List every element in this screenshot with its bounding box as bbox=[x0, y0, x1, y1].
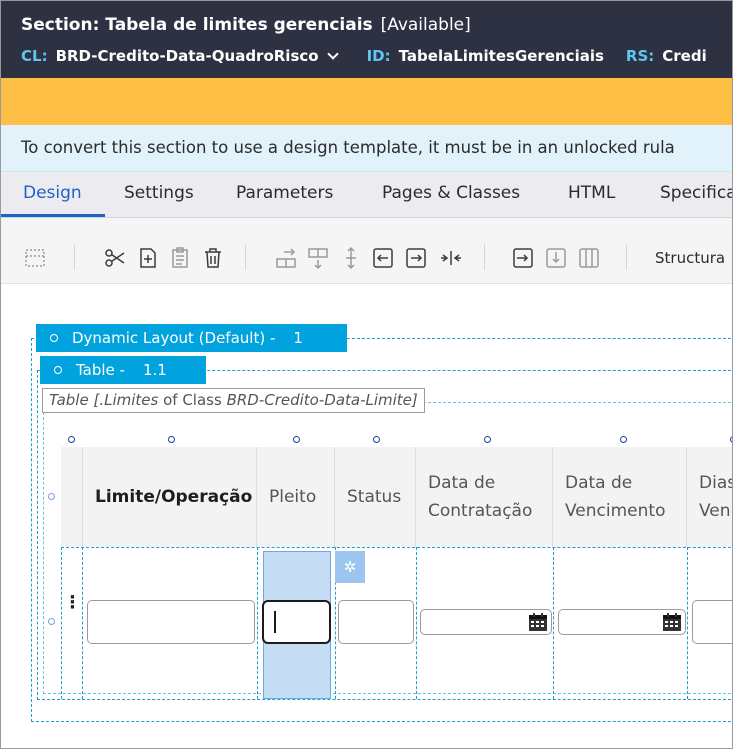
table-tag-num: 1.1 bbox=[142, 361, 167, 379]
toolbar: Structura bbox=[1, 218, 732, 284]
column-divider bbox=[61, 547, 62, 699]
insert-row-icon[interactable] bbox=[271, 244, 301, 272]
id-key: ID: bbox=[366, 47, 391, 65]
column-selector-dot[interactable] bbox=[293, 436, 300, 443]
table-inner-region bbox=[43, 402, 732, 694]
tab-html[interactable]: HTML bbox=[568, 183, 615, 203]
warning-bar bbox=[1, 78, 732, 125]
table-info-mid: of Class bbox=[158, 391, 227, 409]
section-title-text: Section: Tabela de limites gerenciais bbox=[21, 15, 373, 35]
row-divider bbox=[61, 547, 732, 548]
table-tag-label: Table - bbox=[76, 361, 125, 379]
insert-row-below-icon[interactable] bbox=[303, 244, 333, 272]
limite-operacao-input[interactable] bbox=[87, 600, 255, 644]
text-caret bbox=[274, 611, 276, 633]
toolbar-separator bbox=[484, 244, 485, 270]
status-input[interactable] bbox=[338, 600, 414, 644]
column-divider bbox=[416, 547, 417, 699]
toolbar-separator bbox=[74, 244, 75, 270]
column-header-status[interactable]: Status bbox=[335, 447, 416, 547]
calendar-icon[interactable] bbox=[528, 612, 548, 632]
calendar-icon[interactable] bbox=[662, 612, 682, 632]
info-bar: To convert this section to use a design … bbox=[1, 125, 732, 172]
table-info-prop: .Limites bbox=[99, 391, 159, 409]
table-handle-icon[interactable] bbox=[54, 366, 62, 374]
dias-vencimento-input[interactable] bbox=[692, 600, 732, 644]
layout-icon[interactable] bbox=[21, 244, 49, 272]
move-down-icon[interactable] bbox=[542, 244, 570, 272]
availability-status[interactable]: [Available] bbox=[381, 15, 471, 35]
chevron-down-icon[interactable] bbox=[326, 48, 339, 60]
tab-design[interactable]: Design bbox=[23, 183, 82, 203]
row-selector-dot[interactable] bbox=[48, 618, 55, 625]
column-selector-dot[interactable] bbox=[484, 436, 491, 443]
toolbar-separator bbox=[245, 244, 246, 270]
table-source-info: Table [.Limites of Class BRD-Credito-Dat… bbox=[42, 388, 425, 413]
dynamic-layout-num: 1 bbox=[293, 329, 303, 347]
add-icon[interactable] bbox=[134, 244, 162, 272]
cl-key: CL: bbox=[21, 47, 48, 65]
cl-value[interactable]: BRD-Credito-Data-QuadroRisco bbox=[56, 47, 319, 65]
tab-pages-classes[interactable]: Pages & Classes bbox=[382, 183, 520, 203]
structural-menu[interactable]: Structura bbox=[655, 249, 725, 267]
rs-key: RS: bbox=[625, 47, 655, 65]
table-info-suffix: ] bbox=[411, 391, 418, 409]
move-icon[interactable] bbox=[339, 244, 363, 272]
design-canvas: Dynamic Layout (Default) - 1 Table - 1.1… bbox=[1, 284, 732, 748]
dynamic-layout-tag[interactable]: Dynamic Layout (Default) - 1 bbox=[36, 324, 347, 352]
pleito-input[interactable] bbox=[262, 600, 331, 644]
insert-column-right-icon[interactable] bbox=[402, 244, 430, 272]
rs-value[interactable]: Credi bbox=[662, 47, 706, 65]
column-header-data-vencimento[interactable]: Data de Vencimento bbox=[553, 447, 687, 547]
column-selector-dot[interactable] bbox=[620, 436, 627, 443]
move-right-icon[interactable] bbox=[509, 244, 537, 272]
insert-column-left-icon[interactable] bbox=[369, 244, 397, 272]
id-value: TabelaLimitesGerenciais bbox=[398, 47, 604, 65]
row-selector-dot[interactable] bbox=[48, 493, 55, 500]
column-divider bbox=[687, 547, 688, 699]
data-vencimento-input[interactable] bbox=[558, 609, 686, 635]
gear-icon[interactable]: ✲ bbox=[335, 551, 365, 583]
tab-settings[interactable]: Settings bbox=[124, 183, 194, 203]
columns-icon[interactable] bbox=[575, 244, 603, 272]
section-title: Section: Tabela de limites gerenciais [A… bbox=[21, 15, 471, 35]
tab-parameters[interactable]: Parameters bbox=[236, 183, 333, 203]
table-info-prefix: Table [ bbox=[49, 391, 100, 409]
column-selector-dot[interactable] bbox=[168, 436, 175, 443]
column-divider bbox=[82, 547, 83, 699]
toolbar-separator bbox=[626, 244, 627, 270]
column-header-dias-vencimento[interactable]: Dias Ven bbox=[687, 447, 732, 547]
dynamic-layout-handle-icon[interactable] bbox=[50, 334, 58, 342]
delete-icon[interactable] bbox=[199, 244, 227, 272]
row-menu-icon[interactable]: · · · bbox=[69, 589, 76, 617]
table-tag[interactable]: Table - 1.1 bbox=[40, 356, 206, 384]
section-editor: Section: Tabela de limites gerenciais [A… bbox=[0, 0, 733, 749]
column-selector-dot[interactable] bbox=[68, 436, 75, 443]
column-divider bbox=[553, 547, 554, 699]
info-message: To convert this section to use a design … bbox=[21, 138, 675, 157]
column-divider bbox=[257, 547, 258, 699]
active-tab-indicator bbox=[1, 214, 105, 217]
table-info-class: BRD-Credito-Data-Limite bbox=[226, 391, 412, 409]
data-contratacao-input[interactable] bbox=[420, 609, 552, 635]
column-header-pleito[interactable]: Pleito bbox=[257, 447, 335, 547]
tab-bar: Design Settings Parameters Pages & Class… bbox=[1, 172, 732, 218]
section-header: Section: Tabela de limites gerenciais [A… bbox=[1, 1, 732, 78]
column-selector-dot[interactable] bbox=[373, 436, 380, 443]
row-handle-header bbox=[61, 447, 83, 547]
merge-icon[interactable] bbox=[436, 244, 466, 272]
cut-icon[interactable] bbox=[101, 244, 129, 272]
paste-icon[interactable] bbox=[166, 244, 194, 272]
dynamic-layout-label: Dynamic Layout (Default) - bbox=[72, 329, 276, 347]
section-meta: CL: BRD-Credito-Data-QuadroRisco ID: Tabela… bbox=[21, 47, 707, 65]
tab-specifications[interactable]: Specifica bbox=[660, 183, 732, 203]
column-header-data-contratacao[interactable]: Data de Contratação bbox=[416, 447, 553, 547]
column-header-limite[interactable]: Limite/Operação bbox=[83, 447, 257, 547]
